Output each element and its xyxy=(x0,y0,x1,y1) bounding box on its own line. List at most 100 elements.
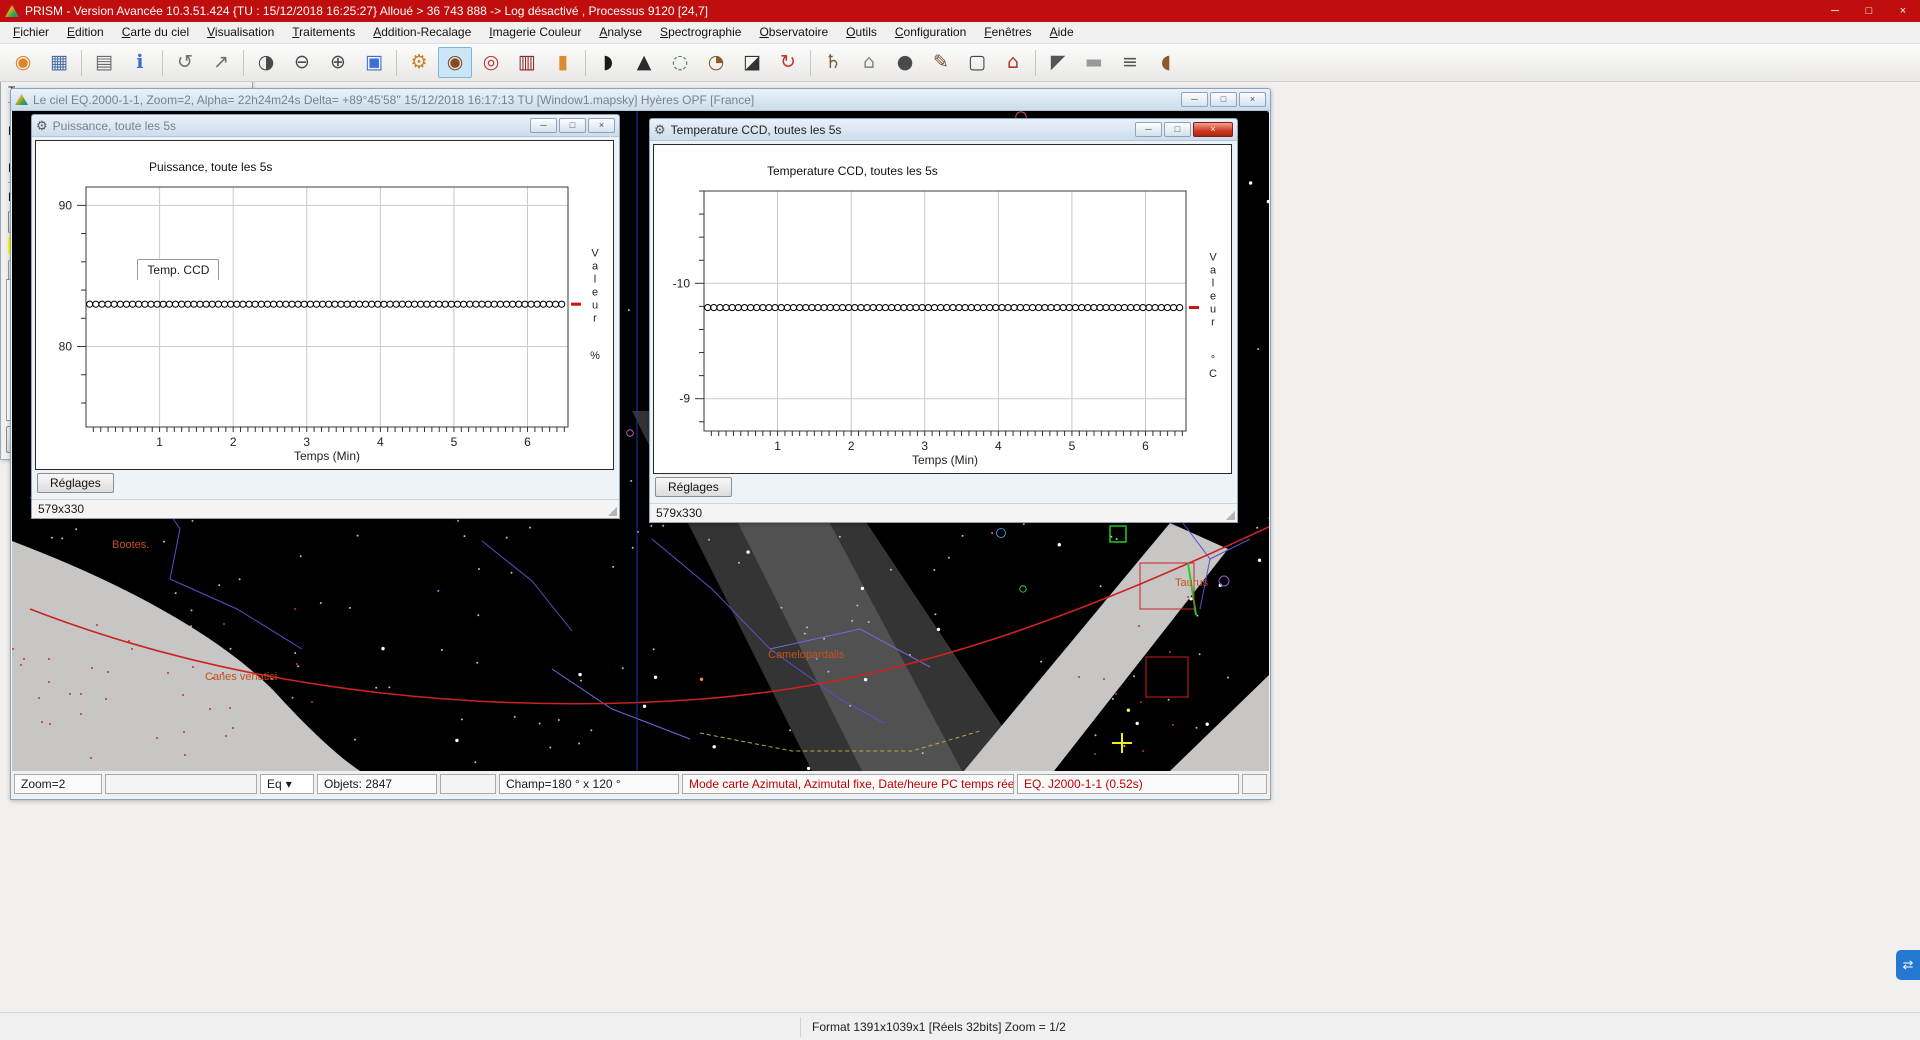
temperature-minimize-button[interactable]: ─ xyxy=(1135,122,1162,137)
toolbar-separator xyxy=(396,50,397,76)
power-window-title: Puissance, toute les 5s xyxy=(53,119,176,133)
menu-configuration[interactable]: Configuration xyxy=(886,22,975,43)
paint-icon[interactable]: ✎ xyxy=(924,47,958,78)
telescope-icon[interactable]: ◤ xyxy=(1041,47,1075,78)
dome-red-icon[interactable]: ⌂ xyxy=(996,47,1030,78)
menu-traitements[interactable]: Traitements xyxy=(283,22,364,43)
temperature-reglages-button[interactable]: Réglages xyxy=(655,477,732,497)
sphere-grid-icon[interactable]: ◌ xyxy=(663,47,697,78)
ccd-camera-icon[interactable]: ▥ xyxy=(510,47,544,78)
menu-addition-recalage[interactable]: Addition-Recalage xyxy=(364,22,480,43)
info-icon[interactable]: ℹ xyxy=(123,47,157,78)
app-statusbar: Format 1391x1039x1 [Réels 32bits] Zoom =… xyxy=(0,1012,1920,1040)
svg-text:l: l xyxy=(1212,278,1214,290)
teamviewer-icon[interactable]: ⇄ xyxy=(1896,950,1920,980)
temperature-maximize-button[interactable]: □ xyxy=(1164,122,1191,137)
chevron-down-icon: ▾ xyxy=(286,775,292,793)
rotate-icon[interactable]: ↺ xyxy=(168,47,202,78)
cone-icon[interactable]: ▲ xyxy=(627,47,661,78)
temperature-window-title: Temperature CCD, toutes les 5s xyxy=(671,123,842,137)
svg-text:-10: -10 xyxy=(673,276,691,290)
contrast-icon[interactable]: ◑ xyxy=(249,47,283,78)
svg-text:V: V xyxy=(591,248,599,260)
power-reglages-button[interactable]: Réglages xyxy=(37,473,114,493)
svg-text:Puissance, toute les 5s: Puissance, toute les 5s xyxy=(149,160,272,174)
svg-text:5: 5 xyxy=(1069,439,1076,453)
toolbar-separator xyxy=(1035,50,1036,76)
svg-text:r: r xyxy=(1211,317,1215,329)
svg-text:4: 4 xyxy=(377,435,384,449)
sky-label-bootes: Bootes. xyxy=(112,539,149,551)
sky-frame-cell: EQ. J2000-1-1 (0.52s) xyxy=(1017,774,1239,794)
window-dark-icon[interactable]: ▢ xyxy=(960,47,994,78)
menu-visualisation[interactable]: Visualisation xyxy=(198,22,283,43)
svg-text:%: % xyxy=(590,350,600,362)
refresh-red-icon[interactable]: ↻ xyxy=(771,47,805,78)
gear-icon: ⚙ xyxy=(36,119,48,132)
app-maximize-button[interactable]: □ xyxy=(1852,0,1886,22)
zoom-out-icon[interactable]: ⊖ xyxy=(285,47,319,78)
menu-edition[interactable]: Edition xyxy=(58,22,113,43)
toolbar: ◉▦▤ℹ↺↗◑⊖⊕▣⚙◉◎▥▮◗▲◌◔◪↻♄⌂●✎▢⌂◤▬≡◖ xyxy=(0,44,1920,82)
projection-dropdown[interactable]: Eq ▾ xyxy=(260,774,314,794)
sky-maximize-button[interactable]: □ xyxy=(1210,92,1237,107)
moon-icon[interactable]: ● xyxy=(888,47,922,78)
temperature-window-titlebar[interactable]: ⚙ Temperature CCD, toutes les 5s ─ □ × xyxy=(650,119,1237,141)
menu-outils[interactable]: Outils xyxy=(837,22,886,43)
resize-grip-icon[interactable] xyxy=(1225,510,1235,520)
svg-text:4: 4 xyxy=(995,439,1002,453)
projection-value: Eq xyxy=(267,775,282,793)
tab-temp-ccd[interactable]: Temp. CCD xyxy=(137,259,219,280)
app-minimize-button[interactable]: ─ xyxy=(1818,0,1852,22)
sky-close-button[interactable]: × xyxy=(1239,92,1266,107)
temperature-statusbar: 579x330 xyxy=(650,503,1237,522)
sky-blank-cell-3 xyxy=(1242,774,1267,794)
menu-observatoire[interactable]: Observatoire xyxy=(750,22,837,43)
resize-grip-icon[interactable] xyxy=(607,506,617,516)
image-window-icon[interactable]: ▣ xyxy=(357,47,391,78)
gear-icon: ⚙ xyxy=(654,123,666,136)
menu-analyse[interactable]: Analyse xyxy=(590,22,651,43)
saturn-icon[interactable]: ♄ xyxy=(816,47,850,78)
app-close-button[interactable]: × xyxy=(1886,0,1920,22)
svg-text:V: V xyxy=(1209,252,1217,264)
zoom-in-icon[interactable]: ⊕ xyxy=(321,47,355,78)
power-maximize-button[interactable]: □ xyxy=(559,118,586,133)
temperature-chart-panel: -10-9123456Temps (Min)Temperature CCD, t… xyxy=(653,144,1232,474)
toolbar-separator xyxy=(810,50,811,76)
menu-imagerie-couleur[interactable]: Imagerie Couleur xyxy=(480,22,590,43)
power-window-titlebar[interactable]: ⚙ Puissance, toute les 5s ─ □ × xyxy=(32,115,619,137)
menu-spectrographie[interactable]: Spectrographie xyxy=(651,22,750,43)
menu-fichier[interactable]: Fichier xyxy=(4,22,58,43)
camera-lens-icon[interactable]: ◎ xyxy=(474,47,508,78)
temperature-close-button[interactable]: × xyxy=(1193,122,1233,137)
tools-sphere-icon[interactable]: ◔ xyxy=(699,47,733,78)
menu-carte-du-ciel[interactable]: Carte du ciel xyxy=(113,22,198,43)
comet-icon[interactable]: ◗ xyxy=(591,47,625,78)
svg-text:Temperature CCD, toutes les 5s: Temperature CCD, toutes les 5s xyxy=(767,164,938,178)
dark-image-icon[interactable]: ◪ xyxy=(735,47,769,78)
power-size-status: 579x330 xyxy=(38,502,84,516)
load-image-icon[interactable]: ◉ xyxy=(6,47,40,78)
histogram-icon[interactable]: ≡ xyxy=(1113,47,1147,78)
sky-window-titlebar[interactable]: Le ciel EQ.2000-1-1, Zoom=2, Alpha= 22h2… xyxy=(11,89,1270,111)
print-icon[interactable]: ▤ xyxy=(87,47,121,78)
panel-gray-icon[interactable]: ▬ xyxy=(1077,47,1111,78)
toolbar-separator xyxy=(243,50,244,76)
dome-white-icon[interactable]: ⌂ xyxy=(852,47,886,78)
svg-text:C: C xyxy=(1209,368,1217,380)
focuser-icon[interactable]: ▮ xyxy=(546,47,580,78)
power-close-button[interactable]: × xyxy=(588,118,615,133)
sky-blank-cell xyxy=(105,774,257,794)
power-minimize-button[interactable]: ─ xyxy=(530,118,557,133)
save-icon[interactable]: ▦ xyxy=(42,47,76,78)
menu-aide[interactable]: Aide xyxy=(1041,22,1083,43)
flip-icon[interactable]: ↗ xyxy=(204,47,238,78)
svg-text:2: 2 xyxy=(230,435,237,449)
svg-text:a: a xyxy=(1210,265,1217,277)
camera-acquisition-icon[interactable]: ◉ xyxy=(438,47,472,78)
sky-minimize-button[interactable]: ─ xyxy=(1181,92,1208,107)
instrument-icon[interactable]: ◖ xyxy=(1149,47,1183,78)
process-gear-icon[interactable]: ⚙ xyxy=(402,47,436,78)
menu-fen-tres[interactable]: Fenêtres xyxy=(975,22,1040,43)
